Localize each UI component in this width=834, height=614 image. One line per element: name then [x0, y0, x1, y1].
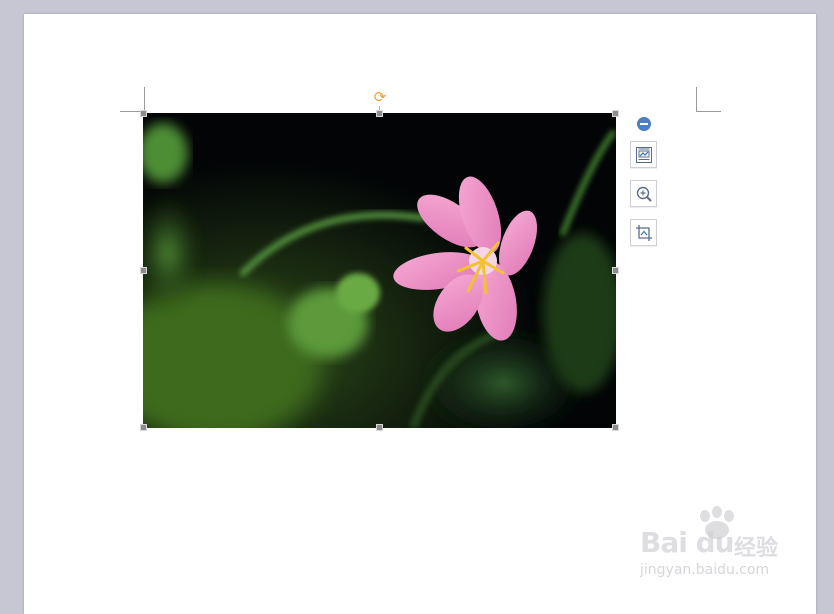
resize-handle-right[interactable] [612, 267, 619, 274]
margin-corner-mark-top-right [696, 87, 721, 112]
flower-photo [143, 113, 616, 428]
resize-handle-left[interactable] [140, 267, 147, 274]
document-page[interactable]: ⟳ Bai du 经验 jingyan.baidu.com [24, 14, 816, 614]
watermark-logo-text: Bai du [640, 526, 735, 559]
layout-options-icon [636, 147, 652, 163]
resize-handle-bottom-right[interactable] [612, 424, 619, 431]
margin-corner-mark-top-left [120, 87, 145, 112]
zoom-in-icon [636, 186, 652, 202]
resize-handle-top-left[interactable] [140, 110, 147, 117]
resize-handle-top-right[interactable] [612, 110, 619, 117]
crop-button[interactable] [630, 219, 657, 246]
rotate-handle-icon[interactable]: ⟳ [372, 89, 388, 105]
selected-image[interactable] [143, 113, 616, 428]
layout-options-button[interactable] [630, 141, 657, 168]
crop-icon [636, 225, 652, 241]
resize-handle-bottom[interactable] [376, 424, 383, 431]
collapse-toolbar-button[interactable] [637, 117, 651, 131]
watermark-url: jingyan.baidu.com [640, 562, 770, 578]
resize-handle-top[interactable] [376, 110, 383, 117]
baidu-jingyan-watermark: Bai du 经验 jingyan.baidu.com [636, 504, 796, 584]
watermark-experience-text: 经验 [734, 536, 779, 561]
resize-handle-bottom-left[interactable] [140, 424, 147, 431]
zoom-in-button[interactable] [630, 180, 657, 207]
